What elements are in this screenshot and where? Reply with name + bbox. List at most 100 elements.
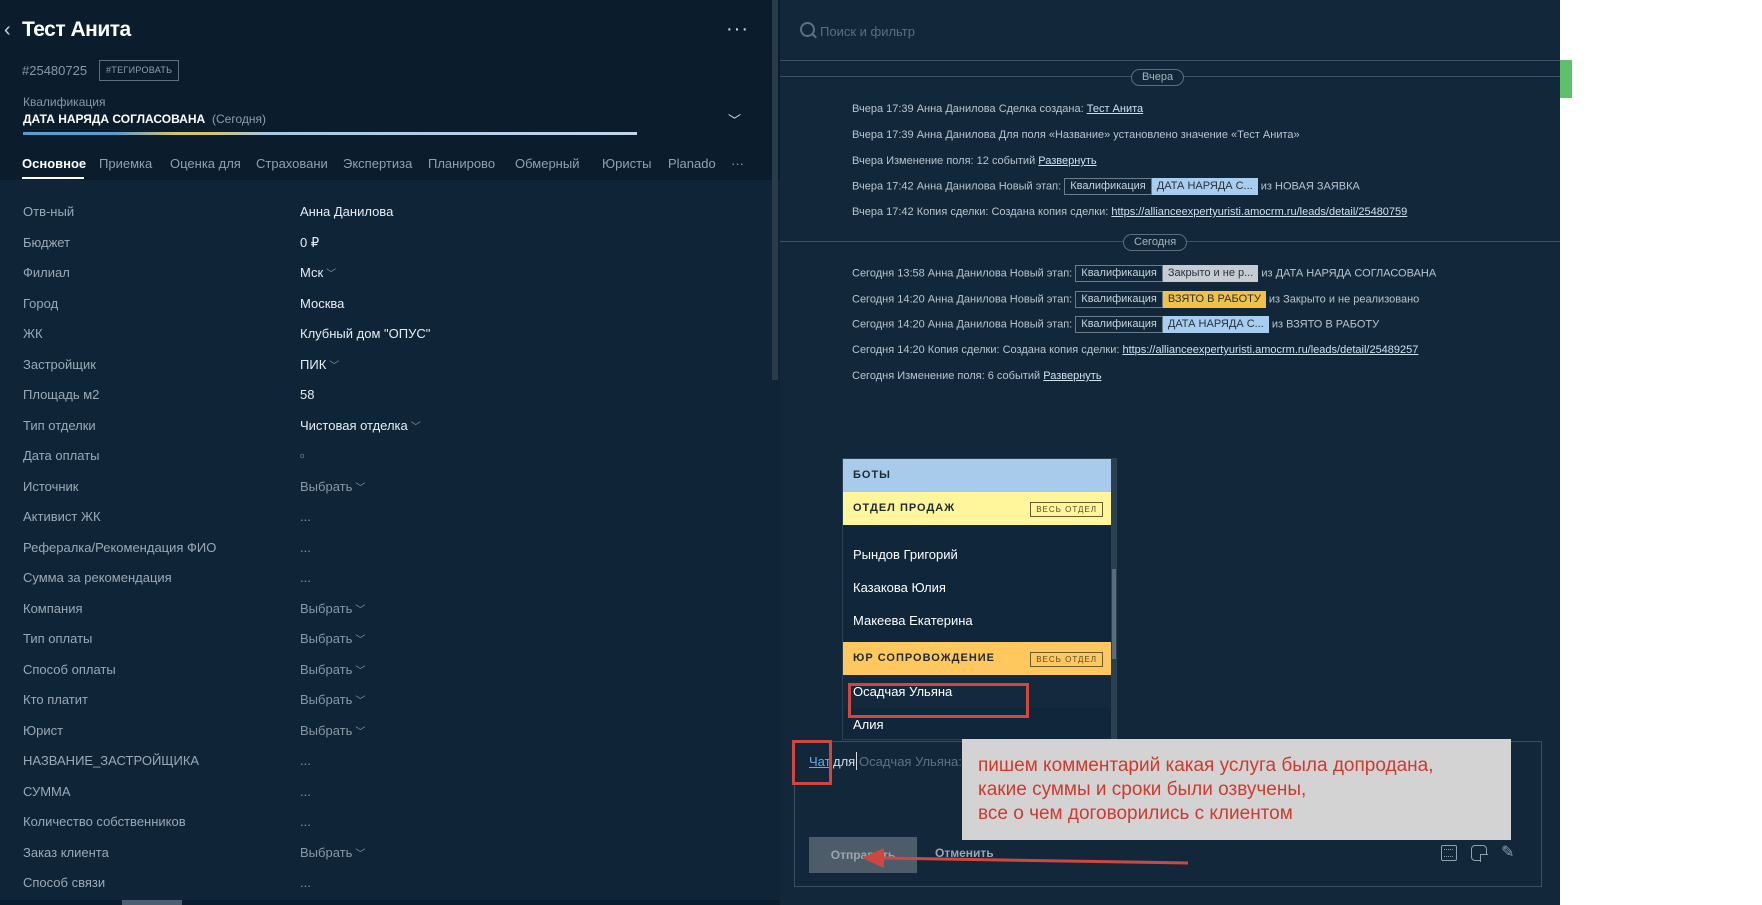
field-value-text: 0 ₽ (300, 234, 320, 250)
feed-event: Вчера 17:39 Анна Данилова Сделка создана… (852, 103, 1144, 115)
field-value[interactable]: 58 (300, 387, 314, 402)
field-label: Кто платит (23, 692, 88, 707)
feed-event: Сегодня 14:20 Анна Данилова Новый этап: … (852, 316, 1379, 333)
dropdown-section-bots[interactable]: БОТЫ (843, 459, 1111, 492)
feed-event: Вчера 17:42 Копия сделки: Создана копия … (852, 206, 1408, 218)
field-value[interactable]: Выбрать ﹀ (300, 723, 365, 738)
field-value[interactable]: ... (300, 509, 311, 524)
dropdown-item[interactable]: Макеева Екатерина (843, 604, 1111, 637)
stage-chip-value: ВЗЯТО В РАБОТУ (1162, 291, 1266, 308)
paperclip-icon[interactable]: ✎ (1501, 845, 1517, 861)
field-value-text: ... (300, 814, 311, 829)
field-value[interactable]: Анна Данилова (300, 204, 393, 219)
field-value-text: Анна Данилова (300, 204, 394, 219)
field-value[interactable]: ... (300, 753, 311, 768)
whole-department-badge[interactable]: ВЕСЬ ОТДЕЛ (1030, 652, 1103, 667)
field-row: НАЗВАНИЕ_ЗАСТРОЙЩИКА... (0, 745, 780, 775)
lead-link[interactable]: Тест Анита (1087, 103, 1143, 115)
expand-link[interactable]: Развернуть (1043, 370, 1101, 382)
field-label: НАЗВАНИЕ_ЗАСТРОЙЩИКА (23, 753, 200, 768)
field-value[interactable]: Выбрать ﹀ (300, 845, 365, 860)
chevron-down-icon[interactable]: ﹀ (728, 110, 741, 129)
field-value[interactable]: Москва (300, 296, 344, 311)
field-value[interactable]: Выбрать ﹀ (300, 631, 365, 646)
field-value-text: Клубный дом "ОПУС" (300, 326, 431, 341)
tab-assessment[interactable]: Оценка для (170, 156, 248, 171)
dropdown-section-legal[interactable]: ЮР СОПРОВОЖДЕНИЕ ВЕСЬ ОТДЕЛ (843, 642, 1111, 675)
feed-event: Сегодня 13:58 Анна Данилова Новый этап: … (852, 265, 1436, 282)
horizontal-scrollbar[interactable] (0, 900, 780, 905)
send-button[interactable]: Отправить (809, 837, 917, 873)
field-value[interactable]: Клубный дом "ОПУС" (300, 326, 430, 341)
search-input[interactable] (820, 20, 1420, 42)
field-value[interactable]: ... (300, 814, 311, 829)
dropdown-section-sales[interactable]: ОТДЕЛ ПРОДАЖ ВЕСЬ ОТДЕЛ (843, 492, 1111, 525)
keyboard-icon[interactable] (1441, 845, 1457, 861)
tab-lawyers[interactable]: Юристы (602, 156, 654, 171)
tab-planado[interactable]: Planado (668, 156, 722, 171)
back-arrow-icon[interactable]: ‹ (4, 20, 18, 40)
feed-event: Сегодня 14:20 Анна Данилова Новый этап: … (852, 291, 1419, 308)
expand-link[interactable]: Развернуть (1038, 155, 1096, 167)
stage-value[interactable]: ДАТА НАРЯДА СОГЛАСОВАНА (23, 112, 205, 126)
field-label: Тип отделки (23, 417, 96, 433)
field-value-text: ... (300, 509, 311, 524)
highlight-box-chat (792, 740, 832, 785)
whole-department-badge[interactable]: ВЕСЬ ОТДЕЛ (1030, 502, 1103, 517)
sticker-icon[interactable] (1471, 845, 1488, 862)
dropdown-scrollbar-thumb[interactable] (1112, 569, 1116, 659)
field-row: СУММА... (0, 776, 780, 806)
tab-expertise[interactable]: Экспертиза (343, 156, 417, 171)
dropdown-item[interactable]: Рындов Григорий (843, 538, 1111, 571)
tab-insurance[interactable]: Страховани (256, 156, 332, 171)
field-value[interactable]: Чистовая отделка ﹀ (300, 418, 421, 433)
stage-chip: Квалификация (1075, 265, 1163, 282)
lead-title[interactable]: Тест Анита (22, 18, 131, 42)
field-value[interactable]: 0 ₽ (300, 235, 319, 251)
tag-button[interactable]: #ТЕГИРОВАТЬ (99, 60, 180, 81)
field-value-text: Выбрать (300, 844, 353, 860)
field-value-text: Выбрать (300, 692, 353, 707)
field-row: Компания Выбрать ﹀ (0, 593, 780, 623)
field-value[interactable]: Выбрать ﹀ (300, 662, 365, 677)
field-value[interactable]: ... (300, 570, 311, 585)
more-menu-icon[interactable]: ··· (726, 18, 749, 41)
copy-link[interactable]: https://allianceexpertyuristi.amocrm.ru/… (1111, 206, 1407, 218)
dropdown-item[interactable]: Казакова Юлия (843, 571, 1111, 604)
stage-progress-bar (23, 132, 637, 135)
field-value[interactable]: Выбрать ﹀ (300, 601, 365, 616)
field-label: Рефералка/Рекомендация ФИО (23, 539, 217, 555)
field-label: Дата оплаты (23, 448, 100, 463)
field-label: Источник (23, 478, 79, 494)
tab-measurement[interactable]: Обмерный (515, 156, 588, 171)
field-label: Бюджет (23, 234, 71, 250)
page-scrollbar[interactable] (1560, 0, 1572, 905)
field-label: Город (23, 295, 59, 311)
copy-link[interactable]: https://allianceexpertyuristi.amocrm.ru/… (1122, 344, 1418, 356)
note-line: все о чем договорились с клиентом (978, 803, 1293, 824)
field-value[interactable]: ▫ (300, 448, 305, 463)
field-value[interactable]: Мск ﹀ (300, 265, 336, 280)
field-value[interactable]: ... (300, 540, 311, 555)
field-value[interactable]: ПИК ﹀ (300, 357, 339, 372)
page-scrollbar-thumb[interactable] (1560, 60, 1572, 98)
field-value[interactable]: ... (300, 784, 311, 799)
field-value[interactable]: Выбрать ﹀ (300, 692, 365, 707)
field-value[interactable]: ... (300, 875, 311, 890)
tab-acceptance[interactable]: Приемка (99, 156, 165, 171)
field-value[interactable]: Выбрать ﹀ (300, 479, 365, 494)
field-label: Площадь м2 (23, 387, 100, 402)
horizontal-scrollbar-thumb[interactable] (122, 900, 182, 905)
field-label: Застройщик (23, 356, 96, 372)
tab-main[interactable]: Основное (22, 156, 86, 171)
panel-resize-handle[interactable] (772, 0, 778, 380)
divider (780, 60, 1560, 61)
chevron-down-icon: ﹀ (355, 635, 366, 646)
tabs-more-icon[interactable]: ··· (731, 156, 744, 171)
recipient-placeholder[interactable]: Осадчая Ульяна: (859, 754, 962, 769)
lead-id: #25480725 (22, 63, 88, 78)
stage-chip-value: ДАТА НАРЯДА С... (1162, 316, 1269, 333)
cancel-button[interactable]: Отменить (935, 846, 994, 860)
chevron-down-icon: ﹀ (326, 269, 337, 280)
tab-planning[interactable]: Планирово (428, 156, 501, 171)
